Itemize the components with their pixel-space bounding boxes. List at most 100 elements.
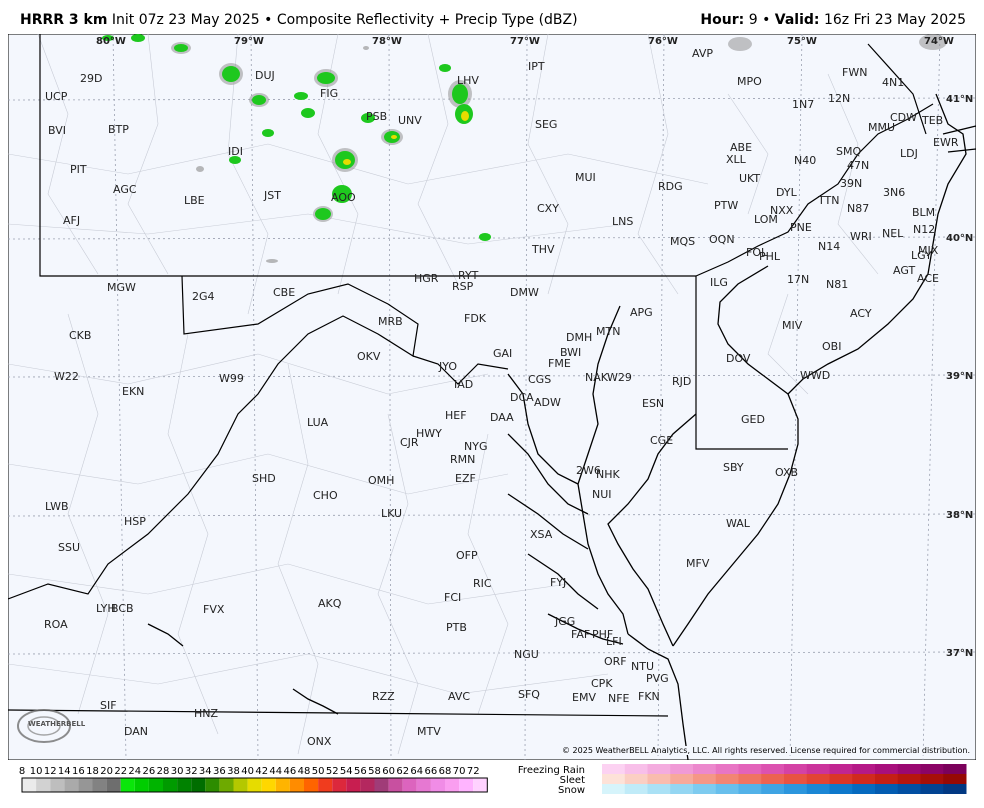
station-label: UNV (398, 114, 422, 127)
station-label: NUI (592, 488, 612, 501)
station-label: WAL (726, 517, 751, 530)
dbz-scale-value: 48 (298, 766, 311, 777)
dbz-color-swatch (163, 778, 178, 792)
station-label: NGU (514, 648, 539, 661)
station-label: DMH (566, 331, 592, 344)
precip-type-swatch (647, 774, 671, 784)
precip-type-swatch (852, 764, 876, 774)
station-label: AKQ (318, 597, 342, 610)
dbz-color-swatch (36, 778, 51, 792)
station-label: 39N (840, 177, 862, 190)
station-label: DAA (490, 411, 514, 424)
lat-label: 39°N (946, 371, 973, 382)
station-label: SBY (723, 461, 744, 474)
station-label: RSP (452, 280, 474, 293)
dbz-scale-value: 46 (284, 766, 297, 777)
dbz-scale-value: 64 (410, 766, 423, 777)
station-label: HEF (445, 409, 467, 422)
precip-type-color-bars (602, 764, 967, 794)
station-label: OFP (456, 549, 478, 562)
precip-type-swatch (602, 784, 626, 794)
lat-label: 38°N (946, 510, 973, 521)
precip-type-swatch (693, 774, 717, 784)
station-label: UCP (45, 90, 68, 103)
dbz-color-swatch (332, 778, 347, 792)
station-label: ORF (604, 655, 627, 668)
station-label: 1N7 (792, 98, 814, 111)
station-label: TEB (921, 114, 943, 127)
precip-type-swatch (670, 774, 694, 784)
station-label: BVI (48, 124, 66, 137)
station-label: DAN (124, 725, 148, 738)
snow-label: Snow (558, 785, 585, 796)
precip-type-swatch (829, 764, 853, 774)
station-label: AFJ (63, 214, 80, 227)
dbz-scale-value: 30 (171, 766, 184, 777)
precip-type-swatch (875, 764, 899, 774)
dbz-color-swatch (402, 778, 417, 792)
station-label: 17N (787, 273, 809, 286)
station-label: HSP (124, 515, 146, 528)
station-label: LOM (754, 213, 778, 226)
precip-type-swatch (943, 764, 967, 774)
station-label: MRB (378, 315, 403, 328)
dbz-color-swatch (219, 778, 234, 792)
precip-type-swatch (897, 784, 921, 794)
precip-type-swatch (693, 784, 717, 794)
station-label: OBI (822, 340, 841, 353)
station-label: CXY (537, 202, 559, 215)
station-label: ROA (44, 618, 68, 631)
station-label: AGC (113, 183, 137, 196)
station-label: N81 (826, 278, 848, 291)
legend: 8 10 12 14 16 18 20 22 24 26 28 30 32 34 36 38 40 42 44 46 4… (19, 764, 967, 796)
logo-text: WEATHERBELL (28, 720, 86, 728)
dbz-scale-value: 40 (241, 766, 254, 777)
precip-type-swatch (852, 784, 876, 794)
precip-type-swatch (670, 784, 694, 794)
station-label: MGW (107, 281, 136, 294)
station-label: IPT (528, 60, 545, 73)
dbz-color-swatch (459, 778, 474, 792)
station-label: BTP (108, 123, 129, 136)
precip-type-swatch (761, 784, 785, 794)
lat-label: 37°N (946, 648, 973, 659)
station-label: PTB (446, 621, 467, 634)
station-label: ILG (710, 276, 728, 289)
precip-type-swatch (738, 774, 762, 784)
precip-type-swatch (920, 774, 944, 784)
station-label: CGS (528, 373, 551, 386)
station-label: OQN (709, 233, 735, 246)
station-label: SHD (252, 472, 276, 485)
hour-value: 9 (748, 12, 758, 28)
station-label: FYJ (550, 576, 566, 589)
station-label: MQS (670, 235, 695, 248)
station-label: ESN (642, 397, 664, 410)
station-label: BLM (912, 206, 935, 219)
precip-type-swatch (806, 784, 830, 794)
station-label: N12 (913, 223, 935, 236)
dbz-scale-value: 12 (44, 766, 57, 777)
station-label: AGT (893, 264, 915, 277)
station-label: FME (548, 357, 571, 370)
dbz-color-swatch (304, 778, 319, 792)
station-label: 47N (847, 159, 869, 172)
station-label: DCA (510, 391, 534, 404)
lon-label: 80°W (96, 36, 126, 47)
dbz-scale-value: 66 (425, 766, 438, 777)
header-left: HRRR 3 km Init 07z 23 May 2025 • Composi… (20, 12, 578, 28)
station-label: EWR (933, 136, 959, 149)
dbz-scale-value: 60 (382, 766, 395, 777)
station-label: EKN (122, 385, 144, 398)
precip-type-swatch (624, 784, 648, 794)
station-label: CPK (591, 677, 613, 690)
precip-type-swatch (897, 774, 921, 784)
station-label: PNE (790, 221, 812, 234)
station-label: W22 (54, 370, 79, 383)
hour-label: Hour: (700, 12, 745, 28)
station-label: LWB (45, 500, 69, 513)
station-label: LFI (606, 635, 622, 648)
precip-type-swatch (738, 784, 762, 794)
dbz-color-swatch (191, 778, 206, 792)
station-label: SIF (100, 699, 117, 712)
precip-type-swatch (715, 764, 739, 774)
